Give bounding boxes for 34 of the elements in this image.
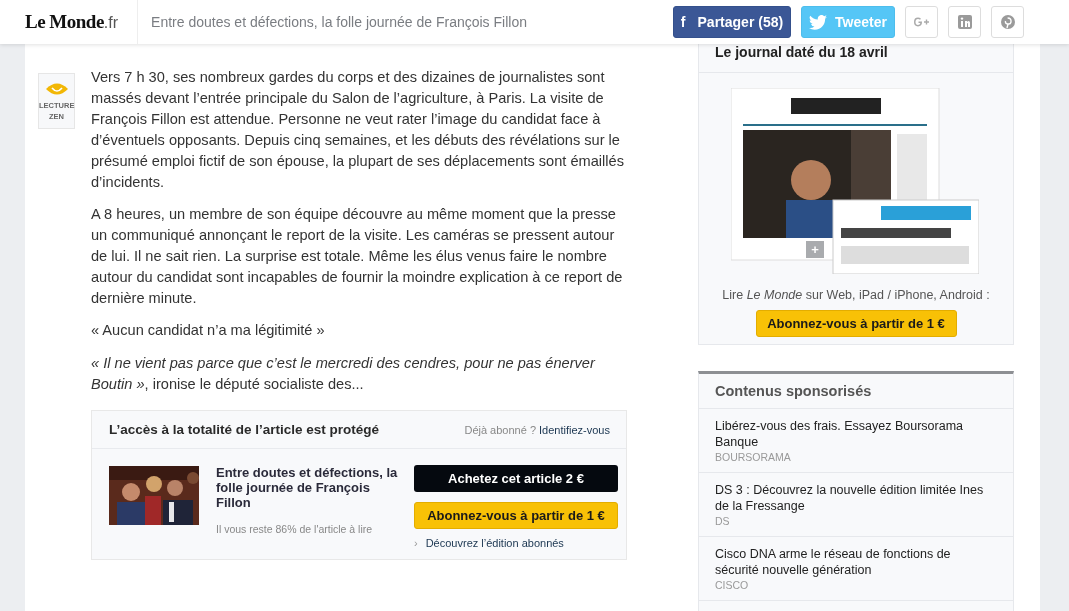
googleplus-icon — [912, 16, 931, 28]
pinterest-button[interactable] — [991, 6, 1024, 38]
paywall-title: L’accès à la totalité de l’article est protégé — [109, 422, 380, 437]
facebook-share-button[interactable]: f Partager (58) — [673, 6, 791, 38]
article-paragraph: Vers 7 h 30, ses nombreux gardes du corps et des dizaines de journalistes sont massés devant l’entrée principale du Salon de l’agriculture, à Paris. La visite de François Fillon est attendue. Personne ne veut rater l’image du candidat face à d’éventuels opposants. Depuis cinq semaines, et les débuts des révélations sur le présumé emploi fictif de son épouse, la plupart de ses déplacements sont émaillés d’incidents. — [91, 68, 625, 192]
panel-title: Contenus sponsorisés — [699, 374, 1013, 409]
reading-platforms-text: Lire Le Monde sur Web, iPad / iPhone, Android : — [721, 288, 991, 302]
sponsor-name: DS — [715, 515, 731, 527]
panel-title: Le journal daté du 18 avril — [699, 44, 1013, 73]
chevron-icon: › — [414, 537, 418, 549]
linkedin-button[interactable] — [948, 6, 981, 38]
remaining-text: Il vous reste 86% de l'article à lire — [216, 523, 374, 535]
sponsored-link[interactable]: DS 3 : Découvrez la nouvelle édition limitée Ines de la Fressange — [715, 483, 997, 514]
subscribe-button[interactable]: Abonnez-vous à partir de 1 € — [414, 502, 618, 529]
article-title: Entre doutes et défections, la folle journée de François Fillon — [151, 14, 528, 30]
sponsor-name: CISCO — [715, 579, 750, 591]
article-subheading: « Aucun candidat n’a ma légitimité » — [91, 321, 326, 340]
sponsor-name: BOURSORAMA — [715, 451, 792, 463]
article-headline[interactable]: Entre doutes et défections, la folle journée de François Fillon — [216, 465, 406, 510]
buy-article-button[interactable]: Achetez cet article 2 € — [414, 465, 618, 492]
discover-link[interactable]: Découvrez l’édition abonnés — [425, 537, 564, 549]
sponsored-link[interactable]: Libérez-vous des frais. Essayez Boursorama Banque — [715, 419, 997, 450]
site-logo[interactable]: Le Monde.fr — [25, 9, 121, 35]
login-prompt: Déjà abonné ? — [464, 423, 536, 436]
googleplus-button[interactable] — [905, 6, 938, 38]
pinterest-icon — [999, 14, 1016, 30]
eye-icon — [44, 82, 69, 96]
sponsored-link[interactable]: Cisco DNA arme le réseau de fonctions de sécurité nouvelle génération — [715, 547, 997, 578]
article-paragraph: A 8 heures, un membre de son équipe découvre au même moment que la presse un communiqué annonçant le report de la visite. Les caméras se pressent autour de lui. Il ne sait rien. La surprise est totale. Même les élus venus faire le nombre autour du candidat sont incapables de fournir la moindre explication à ce report de dernière minute. — [91, 205, 624, 308]
login-link[interactable]: Identifiez-vous — [539, 423, 610, 436]
bird-icon — [809, 14, 828, 30]
article-paragraph: « Il ne vient pas parce que c’est le mercredi des cendres, pour ne pas énerver Boutin », ironise le député socialiste des... — [91, 354, 597, 394]
subscribe-button[interactable]: Abonnez-vous à partir de 1 € — [755, 310, 957, 337]
linkedin-icon — [956, 14, 973, 30]
